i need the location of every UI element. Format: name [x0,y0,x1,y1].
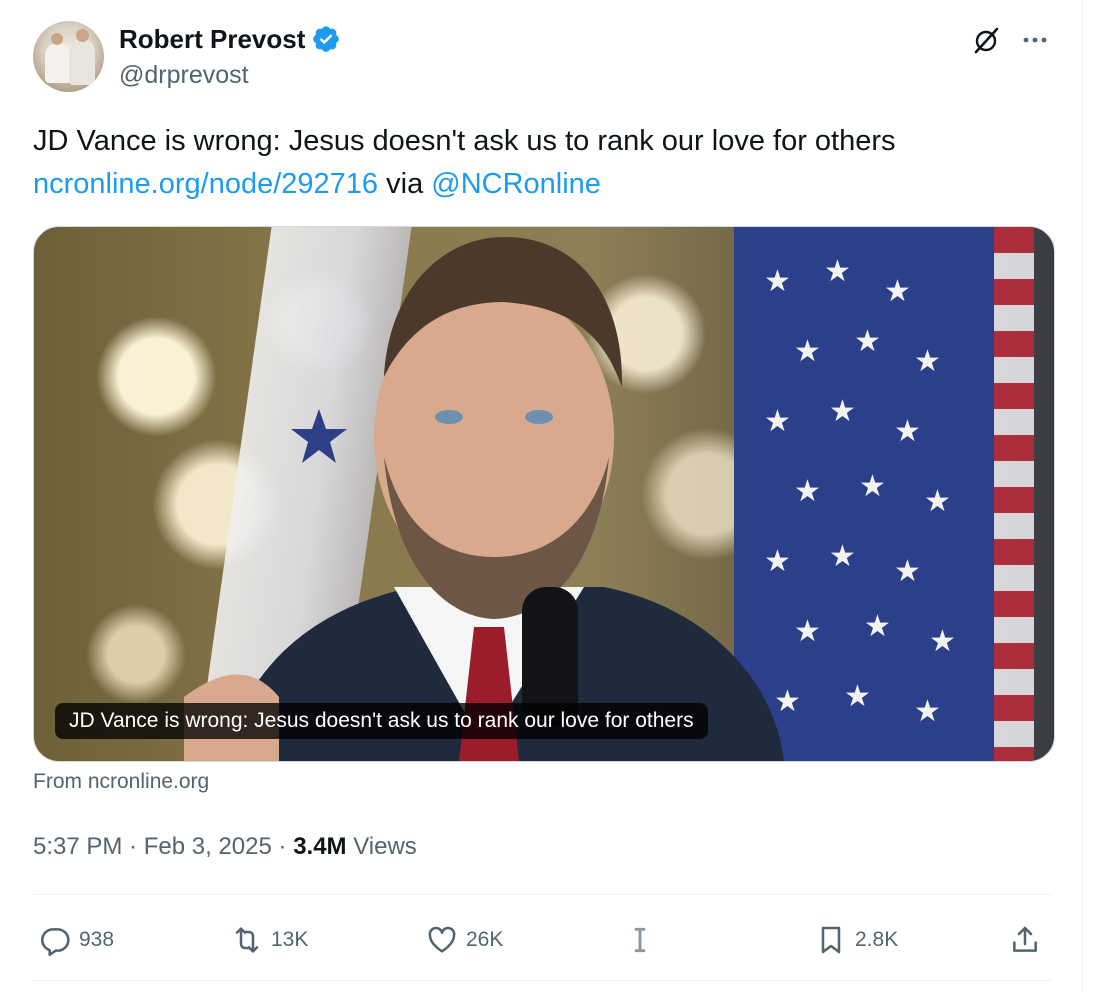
avatar-figure [76,29,89,42]
divider [33,894,1053,895]
reply-icon [41,928,70,956]
mention-link[interactable]: @NCRonline [431,168,601,200]
tweet-text-line: ncronline.org/node/292716 via @NCRonline [33,163,1063,206]
card-source[interactable]: From ncronline.org [33,768,209,796]
verified-badge-icon[interactable] [311,24,341,54]
article-link[interactable]: ncronline.org/node/292716 [33,168,378,200]
share-icon [1013,926,1037,952]
reply-button[interactable]: 938 [39,912,114,968]
tweet-text-line: JD Vance is wrong: Jesus doesn't ask us … [33,125,896,157]
link-card-image[interactable]: ★ ★ ★ ★ ★ ★ ★ ★ ★ ★ ★ ★ ★ ★ ★ ★ ★ ★ ★ ★ … [33,226,1055,762]
like-count: 26K [466,928,504,951]
bookmark-icon [821,926,841,954]
author-avatar[interactable] [33,21,104,92]
repost-count: 13K [271,928,309,951]
more-icon[interactable] [1018,24,1052,56]
via-text: via [386,168,424,200]
reply-count: 938 [79,928,115,951]
action-bar: 938 13K 26K 2.8K [33,912,1053,968]
analytics-icon [634,927,646,953]
tweet-date[interactable]: Feb 3, 2025 [144,833,272,860]
tweet-text: JD Vance is wrong: Jesus doesn't ask us … [33,120,1063,206]
bookmark-count: 2.8K [855,928,899,951]
avatar-figure [51,33,63,45]
tweet-meta: 5:37 PM · Feb 3, 2025 · 3.4M Views [33,831,417,863]
share-button[interactable] [1009,912,1041,968]
views-label: Views [353,833,417,860]
analytics-button[interactable] [624,912,656,968]
author-name-row[interactable]: Robert Prevost [119,24,341,54]
card-caption: JD Vance is wrong: Jesus doesn't ask us … [55,703,708,739]
repost-icon [235,927,259,953]
bookmark-button[interactable]: 2.8K [815,912,898,968]
heart-icon [428,926,456,953]
meta-separator: · [129,833,138,860]
speaker-figure [184,237,784,761]
tweet-time[interactable]: 5:37 PM [33,833,122,860]
repost-button[interactable]: 13K [231,912,308,968]
avatar-figure [69,39,95,85]
views-count: 3.4M [293,833,347,860]
avatar-figure [45,43,71,83]
column-border [1082,0,1083,992]
author-handle[interactable]: @drprevost [119,60,249,90]
meta-separator: · [278,833,287,860]
like-button[interactable]: 26K [426,912,503,968]
author-name[interactable]: Robert Prevost [119,24,305,54]
grok-icon[interactable] [970,24,1002,56]
divider [33,980,1053,981]
